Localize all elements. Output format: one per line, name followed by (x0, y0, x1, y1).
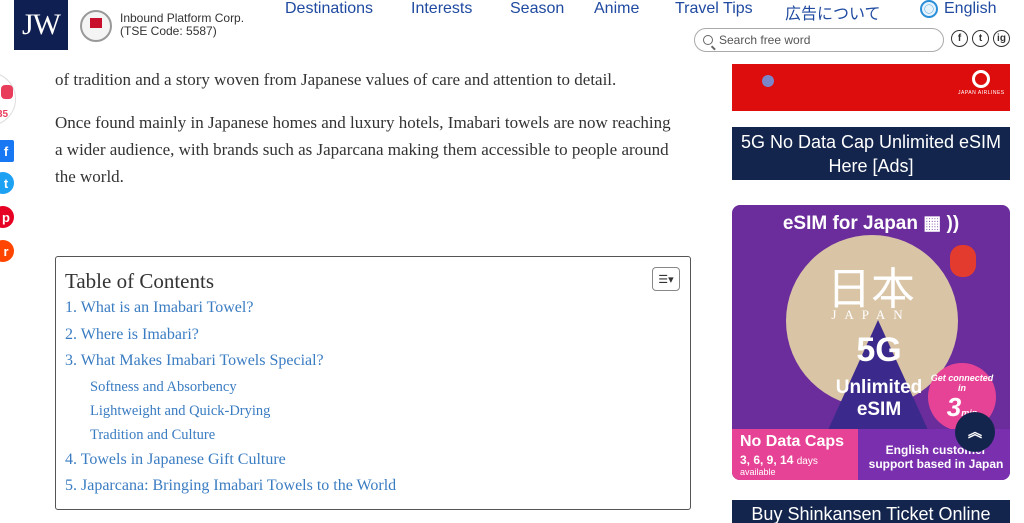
header-social-links: f t ig (951, 30, 1010, 47)
corp-info: Inbound Platform Corp. (TSE Code: 5587) (120, 12, 244, 38)
nocap-days: 3, 6, 9, 14 days (740, 453, 818, 467)
language-label: English (944, 0, 997, 17)
article-paragraph: of tradition and a story woven from Japa… (55, 70, 617, 89)
qr-signal-icon: ▦ )) (923, 213, 960, 234)
nav-anime[interactable]: Anime (594, 0, 639, 18)
search-input[interactable] (719, 33, 919, 47)
search-box[interactable] (694, 28, 944, 52)
jal-text: JAPAN AIRLINES (958, 90, 1005, 96)
connect-text: Get connected in (930, 373, 994, 393)
nocap-available: available (740, 467, 776, 477)
toc-item[interactable]: 5. Japarcana: Bringing Imabari Towels to… (65, 473, 690, 500)
article-paragraph: Once found mainly in Japanese homes and … (55, 113, 671, 186)
search-icon (703, 35, 713, 45)
clap-button[interactable]: 35 (0, 72, 16, 126)
esim-label-line: eSIM (856, 399, 902, 420)
esim-unlimited-line: Unlimited (835, 377, 923, 398)
esim-5g-text: 5G (856, 331, 902, 369)
jal-logo-icon (972, 70, 990, 88)
lantern-icon (950, 245, 976, 277)
table-of-contents: Table of Contents ☰▾ 1. What is an Imaba… (55, 256, 691, 510)
ad-dot-icon (762, 75, 774, 87)
toc-list: 1. What is an Imabari Towel? 2. Where is… (65, 295, 690, 500)
share-reddit-icon[interactable]: r (0, 240, 14, 262)
nav-season[interactable]: Season (510, 0, 564, 18)
nav-destinations[interactable]: Destinations (285, 0, 373, 18)
esim-unlimited-text: Unlimited eSIM (814, 377, 944, 421)
site-header: JW Inbound Platform Corp. (TSE Code: 558… (0, 0, 1024, 60)
share-pinterest-icon[interactable]: p (0, 206, 14, 228)
jal-ad-banner[interactable]: JAPAN AIRLINES (732, 64, 1010, 111)
esim-nocap-ad[interactable]: 5G No Data Cap Unlimited eSIM Here [Ads] (732, 127, 1010, 180)
esim-ad-title: eSIM for Japan (782, 213, 918, 234)
tse-emblem-icon (80, 10, 112, 42)
language-selector[interactable]: English (920, 0, 996, 18)
list-toggle-icon: ☰▾ (658, 273, 674, 286)
toc-item[interactable]: 4. Towels in Japanese Gift Culture (65, 447, 690, 474)
nocap-title: No Data Caps (740, 433, 845, 450)
connect-number: 3 (946, 392, 962, 422)
toc-item[interactable]: 2. Where is Imabari? (65, 322, 690, 349)
clap-icon (1, 85, 13, 99)
double-chevron-up-icon: ︽ (968, 424, 982, 440)
nocap-days-values: 3, 6, 9, 14 (740, 453, 794, 467)
corp-code: (TSE Code: 5587) (120, 24, 217, 38)
scroll-to-top-button[interactable]: ︽ (955, 412, 995, 452)
share-twitter-icon[interactable]: t (0, 172, 14, 194)
site-logo[interactable]: JW (14, 0, 68, 50)
facebook-icon[interactable]: f (951, 30, 968, 47)
shinkansen-ad[interactable]: Buy Shinkansen Ticket Online (732, 500, 1010, 523)
article-body: of tradition and a story woven from Japa… (55, 66, 675, 206)
toc-title: Table of Contents (65, 269, 214, 293)
twitter-icon[interactable]: t (972, 30, 989, 47)
toc-subitem[interactable]: Tradition and Culture (65, 423, 690, 447)
toc-item[interactable]: 1. What is an Imabari Towel? (65, 295, 690, 322)
nav-advertising[interactable]: 広告について (785, 0, 881, 24)
toc-subitem[interactable]: Softness and Absorbency (65, 375, 690, 399)
nav-interests[interactable]: Interests (411, 0, 472, 18)
toc-toggle-button[interactable]: ☰▾ (652, 267, 680, 291)
nocap-days-unit: days (796, 456, 818, 467)
share-facebook-icon[interactable]: f (0, 140, 14, 162)
toc-item[interactable]: 3. What Makes Imabari Towels Special? (65, 348, 690, 375)
nav-travel-tips[interactable]: Travel Tips (675, 0, 753, 18)
clap-count: 35 (0, 109, 9, 120)
instagram-icon[interactable]: ig (993, 30, 1010, 47)
toc-subitem[interactable]: Lightweight and Quick-Drying (65, 399, 690, 423)
globe-icon (920, 0, 938, 18)
